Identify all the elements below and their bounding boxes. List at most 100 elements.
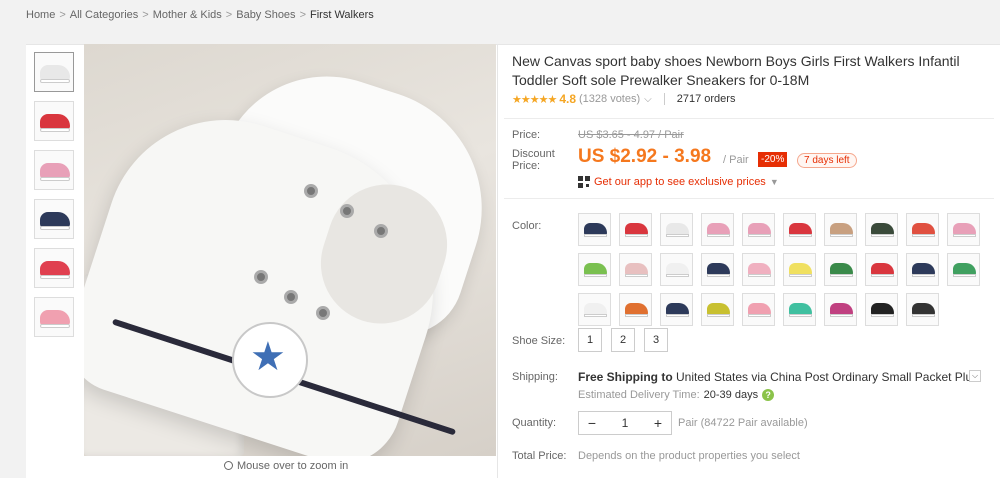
color-swatch-13[interactable] (660, 253, 693, 286)
color-swatch-10[interactable] (947, 213, 980, 246)
estimate-label: Estimated Delivery Time: (578, 389, 700, 401)
image-eyelet (340, 204, 354, 218)
color-swatch-2[interactable] (619, 213, 652, 246)
breadcrumb-separator: > (59, 9, 66, 21)
discount-badge: -20% (758, 152, 788, 167)
main-product-image[interactable]: ★ (84, 44, 496, 456)
swatch-sole (666, 314, 689, 317)
color-swatch-3[interactable] (660, 213, 693, 246)
breadcrumb-home[interactable]: Home (26, 9, 55, 21)
quantity-decrease-button[interactable]: − (579, 412, 605, 434)
delivery-estimate: Estimated Delivery Time: 20-39 days ? (578, 389, 775, 401)
free-shipping-text: Free Shipping to (578, 370, 673, 384)
swatch-sole (789, 274, 812, 277)
swatch-sole (953, 274, 976, 277)
color-swatch-18[interactable] (865, 253, 898, 286)
quantity-increase-button[interactable]: + (645, 412, 671, 434)
size-option-3[interactable]: 3 (644, 328, 668, 352)
color-swatch-21[interactable] (578, 293, 611, 326)
rating-votes[interactable]: (1328 votes) (579, 93, 640, 105)
size-option-2[interactable]: 2 (611, 328, 635, 352)
swatch-sole (830, 234, 853, 237)
color-swatch-6[interactable] (783, 213, 816, 246)
divider (504, 198, 994, 199)
thumbnail-sole (40, 275, 70, 279)
quantity-available: Pair (84722 Pair available) (678, 417, 808, 429)
thumbnail-list (34, 52, 76, 346)
size-option-1[interactable]: 1 (578, 328, 602, 352)
rating-stars-icon: ★★★★★ (512, 93, 557, 106)
thumbnail-sole (40, 324, 70, 328)
color-swatch-28[interactable] (865, 293, 898, 326)
breadcrumb-separator: > (225, 9, 233, 21)
thumbnail-sole (40, 128, 70, 132)
color-swatch-19[interactable] (906, 253, 939, 286)
swatch-sole (830, 314, 853, 317)
shipping-method[interactable]: Free Shipping to United States via China… (578, 370, 978, 384)
swatch-sole (584, 234, 607, 237)
image-eyelet (284, 290, 298, 304)
thumbnail-6[interactable] (34, 297, 74, 337)
color-label: Color: (512, 220, 542, 232)
image-eyelet (316, 306, 330, 320)
color-swatch-23[interactable] (660, 293, 693, 326)
discount-price-label: Discount Price: (512, 148, 555, 172)
breadcrumb-all-categories[interactable]: All Categories (70, 9, 138, 21)
color-swatch-25[interactable] (742, 293, 775, 326)
swatch-sole (584, 274, 607, 277)
quantity-input[interactable]: 1 (605, 412, 645, 434)
breadcrumb-separator: > (142, 9, 149, 21)
swatch-sole (871, 234, 894, 237)
swatch-sole (584, 314, 607, 317)
thumbnail-2[interactable] (34, 101, 74, 141)
color-swatch-7[interactable] (824, 213, 857, 246)
rating-divider (663, 93, 665, 105)
color-swatch-22[interactable] (619, 293, 652, 326)
thumbnail-4[interactable] (34, 199, 74, 239)
color-swatch-20[interactable] (947, 253, 980, 286)
color-swatch-12[interactable] (619, 253, 652, 286)
color-swatch-1[interactable] (578, 213, 611, 246)
swatch-sole (707, 234, 730, 237)
price-unit: / Pair (723, 154, 749, 166)
rating-score: 4.8 (559, 92, 576, 106)
chevron-down-icon[interactable]: ⌵ (644, 94, 652, 105)
swatch-sole (789, 234, 812, 237)
thumbnail-sole (40, 79, 70, 83)
thumbnail-3[interactable] (34, 150, 74, 190)
app-promo-link[interactable]: Get our app to see exclusive prices ▼ (578, 176, 779, 188)
swatch-sole (912, 234, 935, 237)
original-price: US $3.65 - 4.97 / Pair (578, 129, 684, 141)
caret-down-icon[interactable]: ▼ (770, 177, 779, 187)
color-swatch-26[interactable] (783, 293, 816, 326)
color-swatch-11[interactable] (578, 253, 611, 286)
color-swatch-9[interactable] (906, 213, 939, 246)
zoom-hint-text: Mouse over to zoom in (237, 460, 349, 472)
color-swatch-15[interactable] (742, 253, 775, 286)
color-swatch-5[interactable] (742, 213, 775, 246)
color-swatch-14[interactable] (701, 253, 734, 286)
breadcrumb-baby-shoes[interactable]: Baby Shoes (236, 9, 295, 21)
breadcrumb-mother-kids[interactable]: Mother & Kids (153, 9, 222, 21)
thumbnail-sole (40, 177, 70, 181)
color-swatch-27[interactable] (824, 293, 857, 326)
estimate-days: 20-39 days (703, 389, 759, 401)
color-swatch-29[interactable] (906, 293, 939, 326)
swatch-sole (748, 314, 771, 317)
help-icon[interactable]: ? (762, 389, 775, 401)
image-eyelet (304, 184, 318, 198)
breadcrumb-first-walkers: First Walkers (310, 9, 374, 21)
image-eyelet (374, 224, 388, 238)
color-swatch-17[interactable] (824, 253, 857, 286)
thumbnail-5[interactable] (34, 248, 74, 288)
swatch-sole (666, 274, 689, 277)
color-swatch-24[interactable] (701, 293, 734, 326)
color-swatch-4[interactable] (701, 213, 734, 246)
app-promo-text[interactable]: Get our app to see exclusive prices (594, 176, 766, 188)
thumbnail-1[interactable] (34, 52, 74, 92)
quantity-label: Quantity: (512, 417, 557, 429)
shipping-dropdown-icon[interactable]: ⌵ (969, 370, 981, 382)
star-icon: ★ (250, 335, 286, 379)
color-swatch-16[interactable] (783, 253, 816, 286)
color-swatch-8[interactable] (865, 213, 898, 246)
